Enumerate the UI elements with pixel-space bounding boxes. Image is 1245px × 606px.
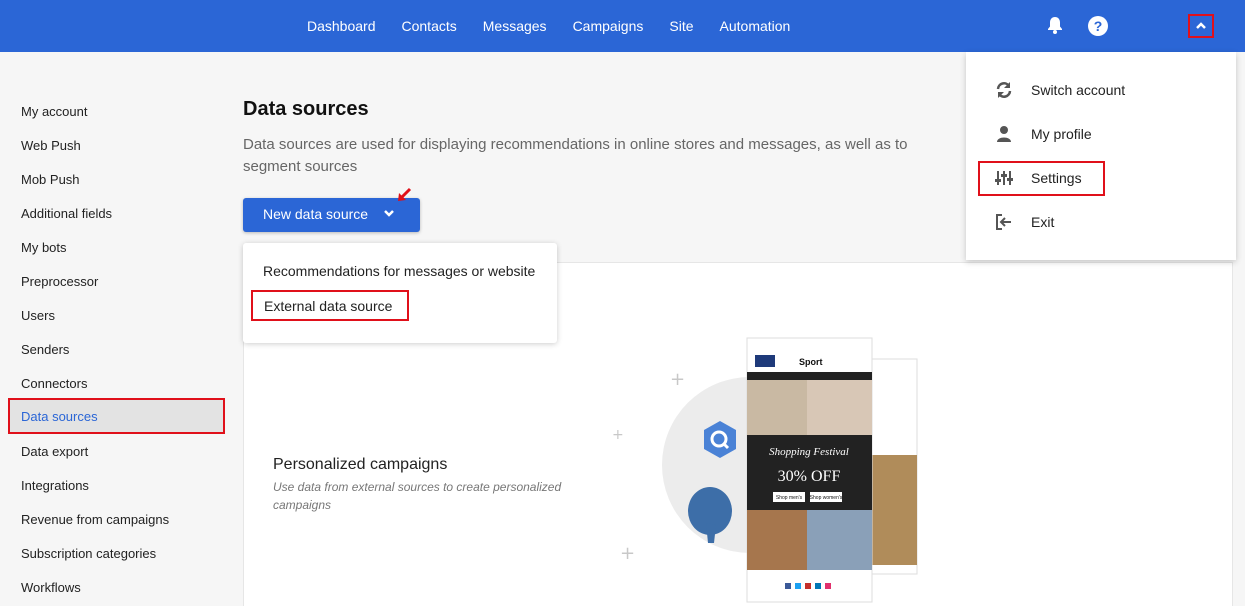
illustration-headline: Shopping Festival xyxy=(769,446,849,458)
menu-item-switch-account[interactable]: Switch account xyxy=(966,68,1236,112)
menu-item-settings[interactable]: Settings xyxy=(966,156,1236,200)
nav-automation[interactable]: Automation xyxy=(720,18,791,34)
sidebar-item-my-bots[interactable]: My bots xyxy=(21,240,67,255)
illustration-brand: Sport xyxy=(799,357,823,367)
menu-item-label: Settings xyxy=(1031,170,1082,186)
page-title: Data sources xyxy=(243,98,369,120)
card-description: Use data from external sources to create… xyxy=(273,480,562,512)
illustration-cta-women: Shop women's xyxy=(810,495,843,501)
menu-item-exit[interactable]: Exit xyxy=(966,200,1236,244)
sidebar-item-my-account[interactable]: My account xyxy=(21,104,87,119)
sidebar-item-senders[interactable]: Senders xyxy=(21,342,69,357)
sidebar-item-data-export[interactable]: Data export xyxy=(21,444,88,459)
sidebar-item-workflows[interactable]: Workflows xyxy=(21,580,81,595)
bell-icon[interactable] xyxy=(1045,15,1065,35)
nav-site[interactable]: Site xyxy=(669,18,693,34)
account-menu: Switch account My profile Settings Exit xyxy=(966,52,1236,260)
page-description: Data sources are used for displaying rec… xyxy=(243,136,908,175)
illustration-cta-men: Shop men's xyxy=(776,495,803,501)
user-icon xyxy=(997,126,1011,142)
help-icon[interactable]: ? xyxy=(1088,16,1108,36)
sidebar-item-users[interactable]: Users xyxy=(21,308,55,323)
dropdown-item-external-data-source[interactable]: External data source xyxy=(251,290,409,321)
chevron-up-icon xyxy=(1196,22,1206,29)
dropdown-item-recommendations[interactable]: Recommendations for messages or website xyxy=(263,263,535,279)
sidebar-item-mob-push[interactable]: Mob Push xyxy=(21,172,80,187)
illustration-offer: 30% OFF xyxy=(778,468,841,485)
sidebar-item-integrations[interactable]: Integrations xyxy=(21,478,89,493)
sidebar-item-preprocessor[interactable]: Preprocessor xyxy=(21,274,98,289)
top-bar: Dashboard Contacts Messages Campaigns Si… xyxy=(0,0,1245,52)
sliders-icon xyxy=(995,171,1013,185)
nav-dashboard[interactable]: Dashboard xyxy=(307,18,376,34)
dropdown-item-label: External data source xyxy=(264,298,393,314)
sync-icon xyxy=(996,82,1012,98)
new-data-source-dropdown: Recommendations for messages or website … xyxy=(243,243,557,343)
card-title: Personalized campaigns xyxy=(273,456,448,473)
svg-text:+: + xyxy=(612,427,624,443)
nav-campaigns[interactable]: Campaigns xyxy=(573,18,644,34)
sidebar-item-subscription-categories[interactable]: Subscription categories xyxy=(21,546,156,561)
menu-item-label: Exit xyxy=(1031,214,1055,230)
campaign-illustration: + + + Sport Shopping Festival 30% OFF Sh… xyxy=(612,337,918,603)
svg-text:+: + xyxy=(670,369,685,390)
sidebar-item-connectors[interactable]: Connectors xyxy=(21,376,87,391)
sidebar-item-data-sources[interactable]: Data sources xyxy=(8,398,225,434)
sidebar-item-additional-fields[interactable]: Additional fields xyxy=(21,206,112,221)
chevron-down-icon xyxy=(384,210,394,217)
sidebar-item-label: Data sources xyxy=(21,409,98,424)
menu-item-my-profile[interactable]: My profile xyxy=(966,112,1236,156)
new-data-source-label: New data source xyxy=(263,206,369,222)
nav-messages[interactable]: Messages xyxy=(483,18,547,34)
sidebar-item-web-push[interactable]: Web Push xyxy=(21,138,81,153)
menu-item-label: Switch account xyxy=(1031,82,1126,98)
exit-icon xyxy=(996,214,1011,230)
top-nav: Dashboard Contacts Messages Campaigns Si… xyxy=(307,0,790,52)
menu-item-label: My profile xyxy=(1031,126,1092,142)
sidebar-item-revenue[interactable]: Revenue from campaigns xyxy=(21,512,169,527)
svg-text:+: + xyxy=(620,543,635,564)
nav-contacts[interactable]: Contacts xyxy=(402,18,457,34)
account-menu-toggle[interactable] xyxy=(1188,14,1214,38)
pointer-arrow-icon xyxy=(398,187,412,201)
